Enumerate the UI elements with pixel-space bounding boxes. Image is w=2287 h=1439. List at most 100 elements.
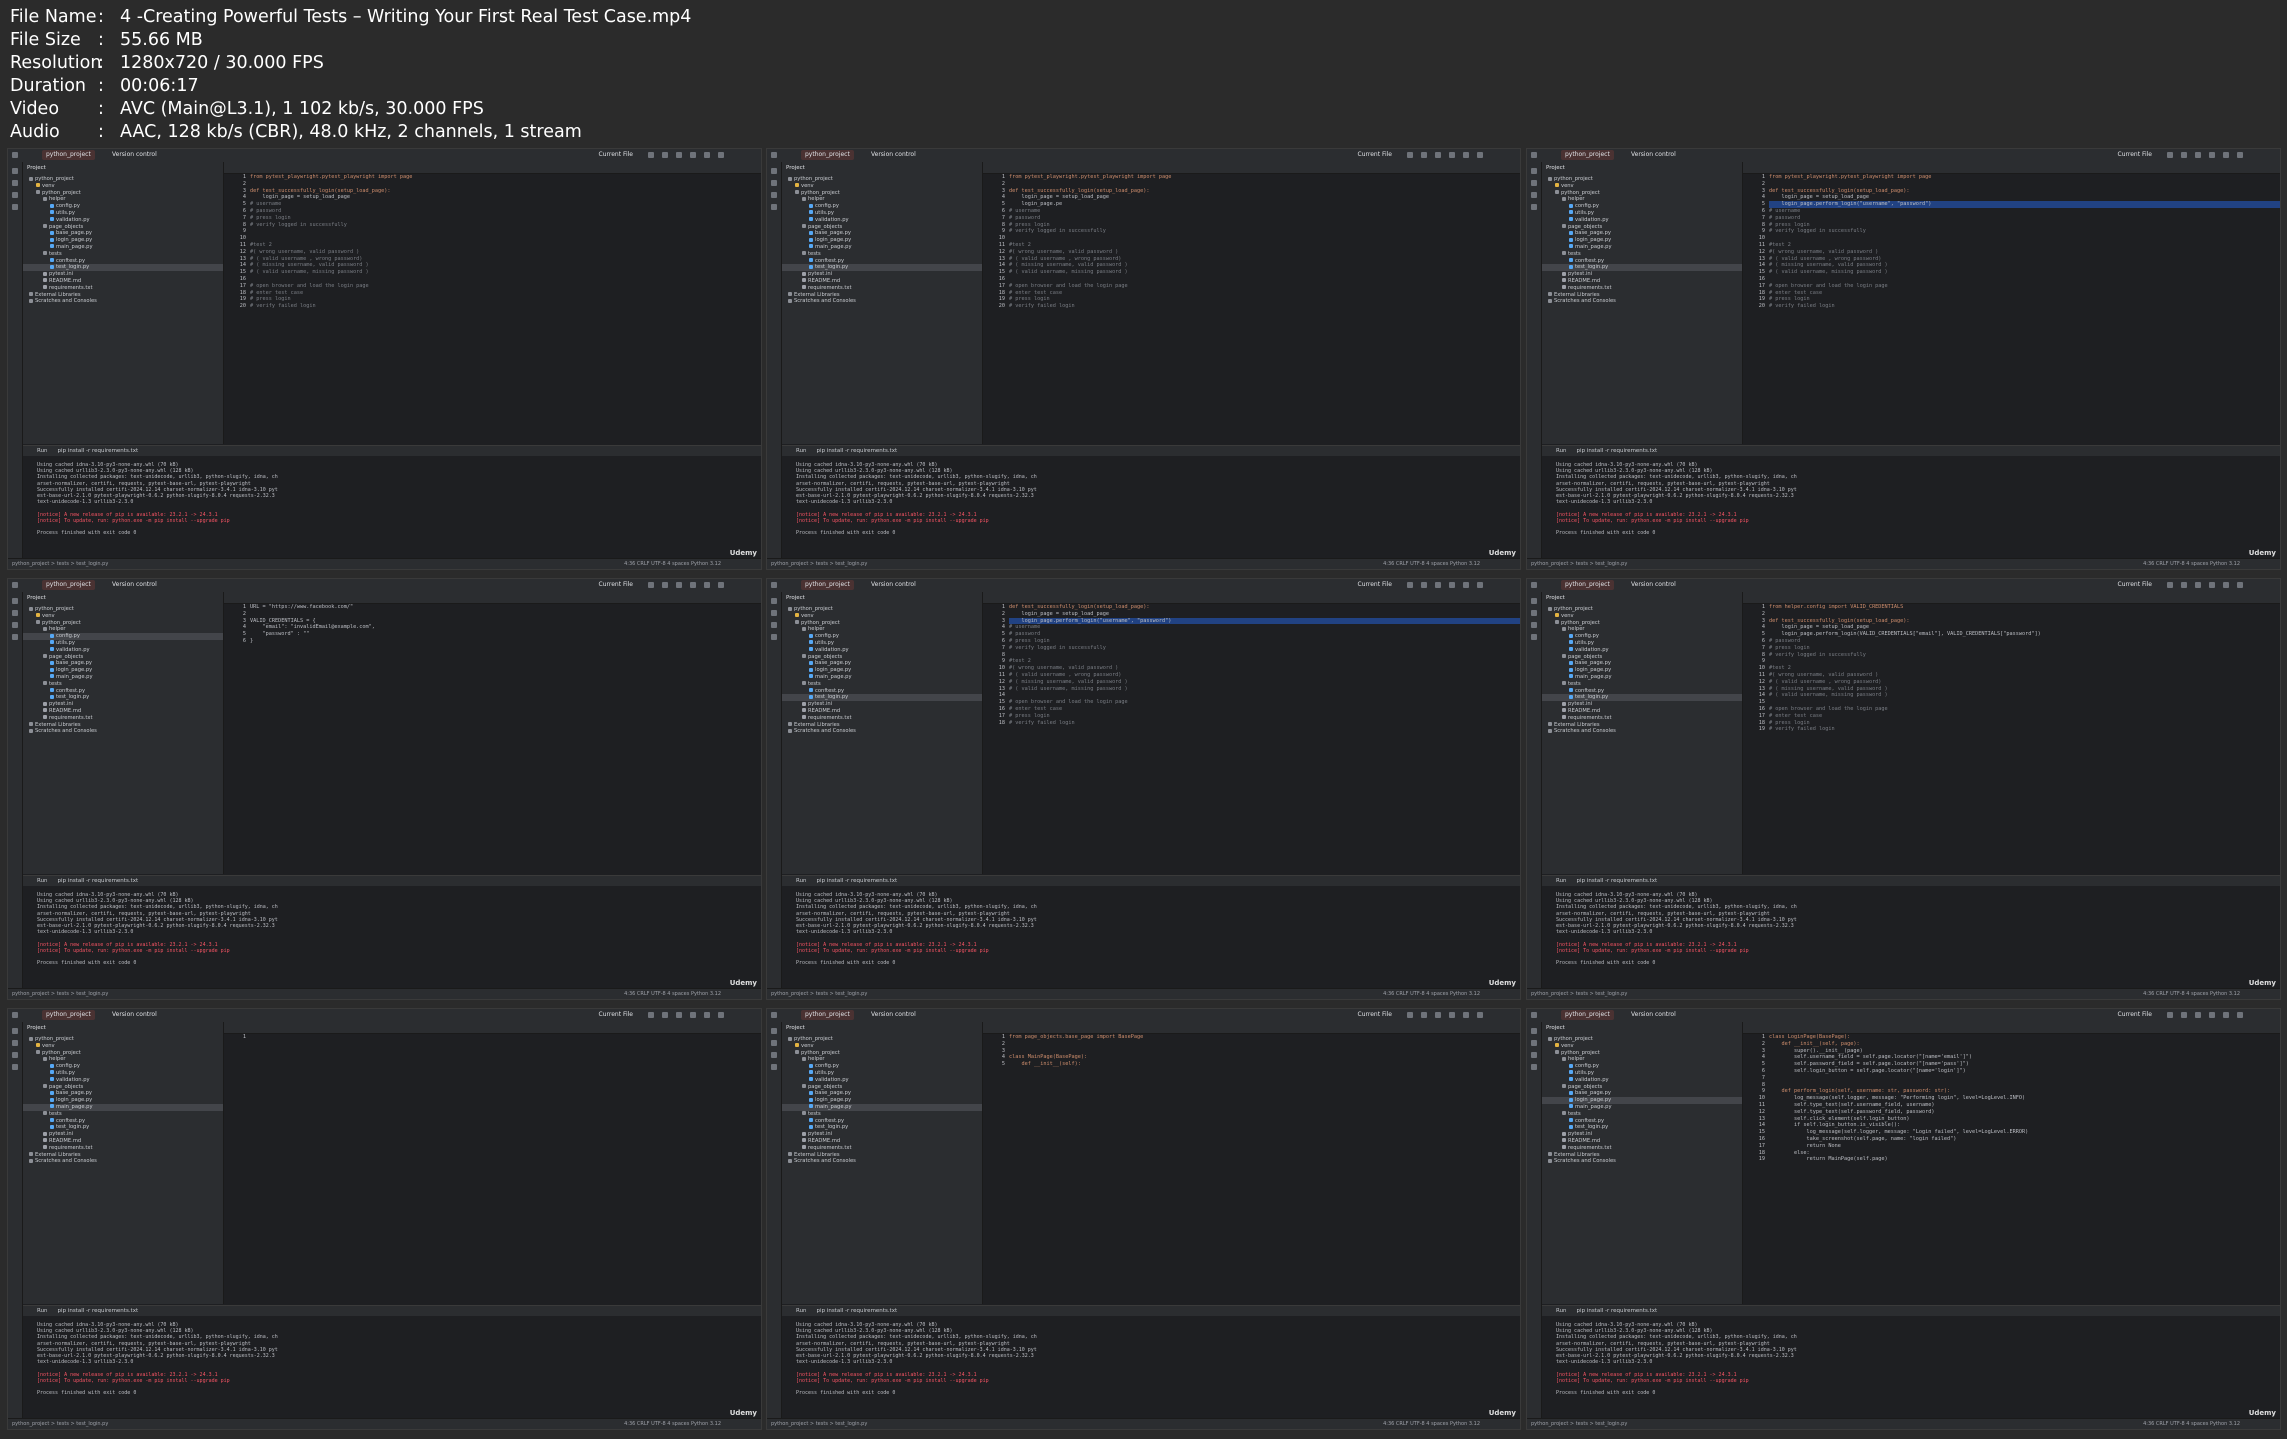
settings-icon[interactable] xyxy=(1477,582,1483,588)
breadcrumb[interactable]: python_project > tests > test_login.py xyxy=(771,561,867,567)
more-icon[interactable] xyxy=(676,582,682,588)
tree-item[interactable]: Scratches and Consoles xyxy=(1542,728,1742,735)
plugins-icon[interactable] xyxy=(12,1064,18,1070)
run-icon[interactable] xyxy=(2167,1012,2173,1018)
tree-item[interactable]: main_page.py xyxy=(1542,1104,1742,1111)
search-icon[interactable] xyxy=(1463,1012,1469,1018)
commit-icon[interactable] xyxy=(12,180,18,186)
tree-item[interactable]: External Libraries xyxy=(23,722,223,729)
menu-icon[interactable] xyxy=(1531,1012,1537,1018)
tree-item[interactable]: conftest.py xyxy=(782,1118,982,1125)
tree-item[interactable]: README.md xyxy=(782,278,982,285)
tree-item[interactable]: page_objects xyxy=(782,224,982,231)
tree-item[interactable]: Scratches and Consoles xyxy=(1542,1158,1742,1165)
tree-item[interactable]: utils.py xyxy=(23,210,223,217)
tree-item[interactable]: page_objects xyxy=(23,224,223,231)
code-editor[interactable]: 1 2 3 4 5 6 URL = "https://www.facebook.com/" V… xyxy=(224,604,761,874)
tree-item[interactable]: venv xyxy=(782,613,982,620)
tree-item[interactable]: test_login.py xyxy=(1542,1124,1742,1131)
tree-item[interactable]: utils.py xyxy=(1542,1070,1742,1077)
menu-icon[interactable] xyxy=(12,582,18,588)
tree-item[interactable]: config.py xyxy=(1542,633,1742,640)
profile-icon[interactable] xyxy=(1449,582,1455,588)
run-config-tab[interactable]: pip install -r requirements.txt xyxy=(817,878,898,884)
search-icon[interactable] xyxy=(2223,582,2229,588)
tree-item[interactable]: page_objects xyxy=(23,1084,223,1091)
search-icon[interactable] xyxy=(2223,152,2229,158)
search-icon[interactable] xyxy=(2223,1012,2229,1018)
tree-item[interactable]: requirements.txt xyxy=(23,1145,223,1152)
tree-item[interactable]: pytest.ini xyxy=(782,1131,982,1138)
tree-item[interactable]: External Libraries xyxy=(1542,722,1742,729)
settings-icon[interactable] xyxy=(718,582,724,588)
project-icon[interactable] xyxy=(1531,598,1537,604)
tree-item[interactable]: External Libraries xyxy=(782,722,982,729)
project-header[interactable]: Project xyxy=(23,162,223,176)
tree-item[interactable]: test_login.py xyxy=(23,1124,223,1131)
tree-item[interactable]: venv xyxy=(1542,1043,1742,1050)
project-switcher[interactable]: python_project xyxy=(801,580,854,590)
search-icon[interactable] xyxy=(1463,582,1469,588)
plugins-icon[interactable] xyxy=(1531,204,1537,210)
tree-item[interactable]: pytest.ini xyxy=(1542,701,1742,708)
tree-item[interactable]: requirements.txt xyxy=(782,1145,982,1152)
tree-item[interactable]: utils.py xyxy=(23,640,223,647)
tree-item[interactable]: config.py xyxy=(1542,1063,1742,1070)
tree-item[interactable]: python_project xyxy=(782,620,982,627)
tree-item[interactable]: login_page.py xyxy=(23,667,223,674)
plugins-icon[interactable] xyxy=(12,204,18,210)
project-switcher[interactable]: python_project xyxy=(42,150,95,160)
project-header[interactable]: Project xyxy=(1542,162,1742,176)
tree-item[interactable]: pytest.ini xyxy=(23,701,223,708)
tree-item[interactable]: External Libraries xyxy=(1542,292,1742,299)
tree-item[interactable]: README.md xyxy=(23,1138,223,1145)
tree-item[interactable]: pytest.ini xyxy=(23,1131,223,1138)
tree-item[interactable]: utils.py xyxy=(782,1070,982,1077)
commit-icon[interactable] xyxy=(771,610,777,616)
tree-item[interactable]: README.md xyxy=(782,1138,982,1145)
plugins-icon[interactable] xyxy=(771,634,777,640)
tree-item[interactable]: main_page.py xyxy=(782,244,982,251)
code-area[interactable] xyxy=(250,1034,761,1304)
tree-item[interactable]: base_page.py xyxy=(1542,230,1742,237)
code-area[interactable]: from helper.config import VALID_CREDENTI… xyxy=(1769,604,2280,874)
tree-item[interactable]: config.py xyxy=(782,1063,982,1070)
more-icon[interactable] xyxy=(2195,1012,2201,1018)
tree-item[interactable]: conftest.py xyxy=(1542,258,1742,265)
tree-item[interactable]: tests xyxy=(23,681,223,688)
breadcrumb[interactable]: python_project > tests > test_login.py xyxy=(771,991,867,997)
tree-item[interactable]: External Libraries xyxy=(782,292,982,299)
tree-item[interactable]: README.md xyxy=(1542,708,1742,715)
commit-icon[interactable] xyxy=(1531,180,1537,186)
tree-item[interactable]: test_login.py xyxy=(782,694,982,702)
run-config-tab[interactable]: pip install -r requirements.txt xyxy=(1577,448,1658,454)
code-area[interactable]: from pytest_playwright.pytest_playwright… xyxy=(250,174,761,444)
project-switcher[interactable]: python_project xyxy=(42,580,95,590)
tree-item[interactable]: main_page.py xyxy=(782,674,982,681)
tree-item[interactable]: base_page.py xyxy=(782,230,982,237)
settings-icon[interactable] xyxy=(718,1012,724,1018)
tree-item[interactable]: python_project xyxy=(1542,190,1742,197)
debug-icon[interactable] xyxy=(662,582,668,588)
settings-icon[interactable] xyxy=(718,152,724,158)
run-icon[interactable] xyxy=(2167,582,2173,588)
tree-item[interactable]: helper xyxy=(782,626,982,633)
run-config-selector[interactable]: Current File xyxy=(1358,580,1392,590)
tree-item[interactable]: tests xyxy=(1542,1111,1742,1118)
structure-icon[interactable] xyxy=(12,622,18,628)
breadcrumb[interactable]: python_project > tests > test_login.py xyxy=(12,561,108,567)
vcs-widget[interactable]: Version control xyxy=(1631,580,1676,590)
tree-item[interactable]: base_page.py xyxy=(782,660,982,667)
tree-item[interactable]: helper xyxy=(1542,1056,1742,1063)
run-icon[interactable] xyxy=(1407,1012,1413,1018)
profile-icon[interactable] xyxy=(1449,1012,1455,1018)
tree-item[interactable]: helper xyxy=(23,1056,223,1063)
vcs-widget[interactable]: Version control xyxy=(871,1010,916,1020)
tree-item[interactable]: main_page.py xyxy=(1542,244,1742,251)
tree-item[interactable]: page_objects xyxy=(782,654,982,661)
profile-icon[interactable] xyxy=(690,152,696,158)
more-icon[interactable] xyxy=(2195,152,2201,158)
project-icon[interactable] xyxy=(771,168,777,174)
tree-item[interactable]: validation.py xyxy=(1542,217,1742,224)
settings-icon[interactable] xyxy=(2237,1012,2243,1018)
